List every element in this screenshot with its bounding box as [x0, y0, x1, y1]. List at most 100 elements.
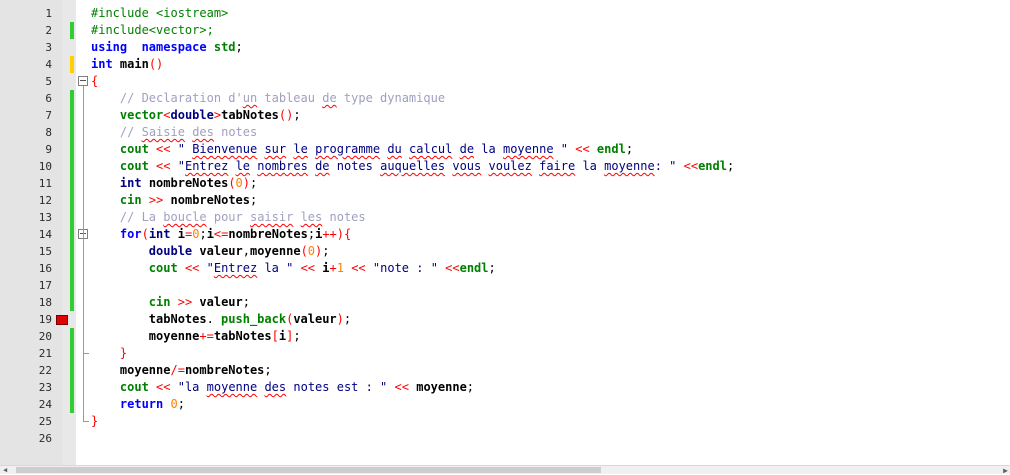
code-editor[interactable]: 1 2 3 4 5 6 7 8 9 10 11 12 13 14 15 16 17 18 19 20 21 22 23 24 2… [0, 0, 1010, 465]
line-number: 15 [38, 245, 52, 258]
code-token: notes est : " [286, 380, 388, 394]
code-token: " [177, 142, 193, 156]
code-token: notes [213, 125, 258, 139]
code-line[interactable]: int main() [91, 56, 163, 73]
code-line[interactable]: cout << "Entrez la " << i+1 << "note : "… [91, 260, 496, 277]
code-line[interactable]: int nombreNotes(0); [91, 175, 257, 192]
code-line[interactable]: // Declaration d'un tableau de type dyna… [91, 90, 445, 107]
code-token: } [119, 346, 128, 360]
code-line[interactable]: #include <iostream> [91, 5, 228, 22]
code-token: #include <iostream> [91, 6, 229, 20]
code-token: main [119, 57, 149, 71]
code-token: endl [596, 142, 626, 156]
saved-change-marker [70, 294, 74, 311]
code-line[interactable]: // La boucle pour saisir les notes [91, 209, 366, 226]
code-token: les [300, 210, 323, 224]
code-token: de [322, 91, 337, 105]
code-token: ; [466, 380, 475, 394]
code-token: << [156, 159, 171, 173]
saved-change-marker [70, 328, 74, 345]
code-line[interactable]: cin >> nombreNotes; [91, 192, 257, 209]
code-line[interactable]: { [91, 73, 98, 90]
horizontal-scrollbar[interactable]: ◀ ▶ [0, 465, 1010, 475]
code-line[interactable]: tabNotes. push_back(valeur); [91, 311, 351, 328]
code-token: , [242, 244, 250, 258]
code-line[interactable]: for(int i=0;i<=nombreNotes;i++){ [91, 226, 351, 243]
saved-change-marker [70, 277, 74, 294]
code-token: ; [726, 159, 735, 173]
code-token: /= [170, 363, 185, 377]
line-number: 26 [38, 432, 52, 445]
code-token: double [170, 108, 214, 122]
code-token: moyenne [604, 159, 655, 173]
line-number: 19 [38, 313, 52, 326]
code-token: notes [329, 159, 381, 173]
code-token: " [177, 159, 185, 173]
saved-change-marker [70, 209, 74, 226]
code-token: += [199, 329, 214, 343]
code-line[interactable]: double valeur,moyenne(0); [91, 243, 330, 260]
line-number: 18 [38, 296, 52, 309]
code-token: nombreNotes [184, 363, 265, 377]
code-token: ; [293, 329, 301, 343]
code-line[interactable]: using namespace std; [91, 39, 243, 56]
code-token: [ [271, 329, 279, 343]
code-token: moyenne [206, 380, 258, 394]
line-number: 20 [38, 330, 52, 343]
code-token: la " [257, 261, 294, 275]
saved-change-marker [70, 362, 74, 379]
line-number: 14 [38, 228, 52, 241]
code-token: nombreNotes [170, 193, 250, 207]
code-line[interactable]: // Saisie des notes [91, 124, 257, 141]
code-line[interactable]: return 0; [91, 396, 185, 413]
code-token: tableau [257, 91, 323, 105]
line-number: 21 [38, 347, 52, 360]
fold-toggle-icon[interactable] [78, 76, 88, 86]
line-number: 23 [38, 381, 52, 394]
code-line[interactable]: moyenne/=nombreNotes; [91, 362, 272, 379]
saved-change-marker [70, 158, 74, 175]
code-token: namespace [141, 40, 207, 54]
code-token: " [206, 261, 214, 275]
code-token: 0 [170, 397, 178, 411]
code-line[interactable]: cout << "Entrez le nombres de notes auqu… [91, 158, 734, 175]
code-token: return [119, 397, 164, 411]
code-token: << [300, 261, 316, 275]
breakpoint-icon[interactable] [56, 315, 68, 325]
code-token: tabNotes [221, 108, 279, 122]
code-token: ; [307, 227, 316, 241]
code-token: : " [654, 159, 677, 173]
code-line[interactable]: cin >> valeur; [91, 294, 250, 311]
code-token: <= [213, 227, 229, 241]
code-line[interactable]: moyenne+=tabNotes[i]; [91, 328, 301, 345]
code-line[interactable]: } [91, 413, 98, 430]
code-line[interactable]: cout << "la moyenne des notes est : " <<… [91, 379, 474, 396]
line-number: 3 [45, 41, 52, 54]
code-line[interactable]: } [91, 345, 127, 362]
code-line[interactable]: #include<vector>; [91, 22, 214, 39]
code-token: ; [264, 363, 272, 377]
code-line[interactable]: cout << " Bienvenue sur le programme du … [91, 141, 633, 158]
code-token: < [163, 108, 171, 122]
code-token: boucle [163, 210, 207, 224]
code-line[interactable]: vector<double>tabNotes(); [91, 107, 301, 124]
code-token: endl [459, 261, 489, 275]
scrollbar-thumb[interactable] [16, 467, 601, 473]
chevron-left-icon[interactable]: ◀ [3, 466, 7, 474]
code-token: . [206, 312, 222, 326]
